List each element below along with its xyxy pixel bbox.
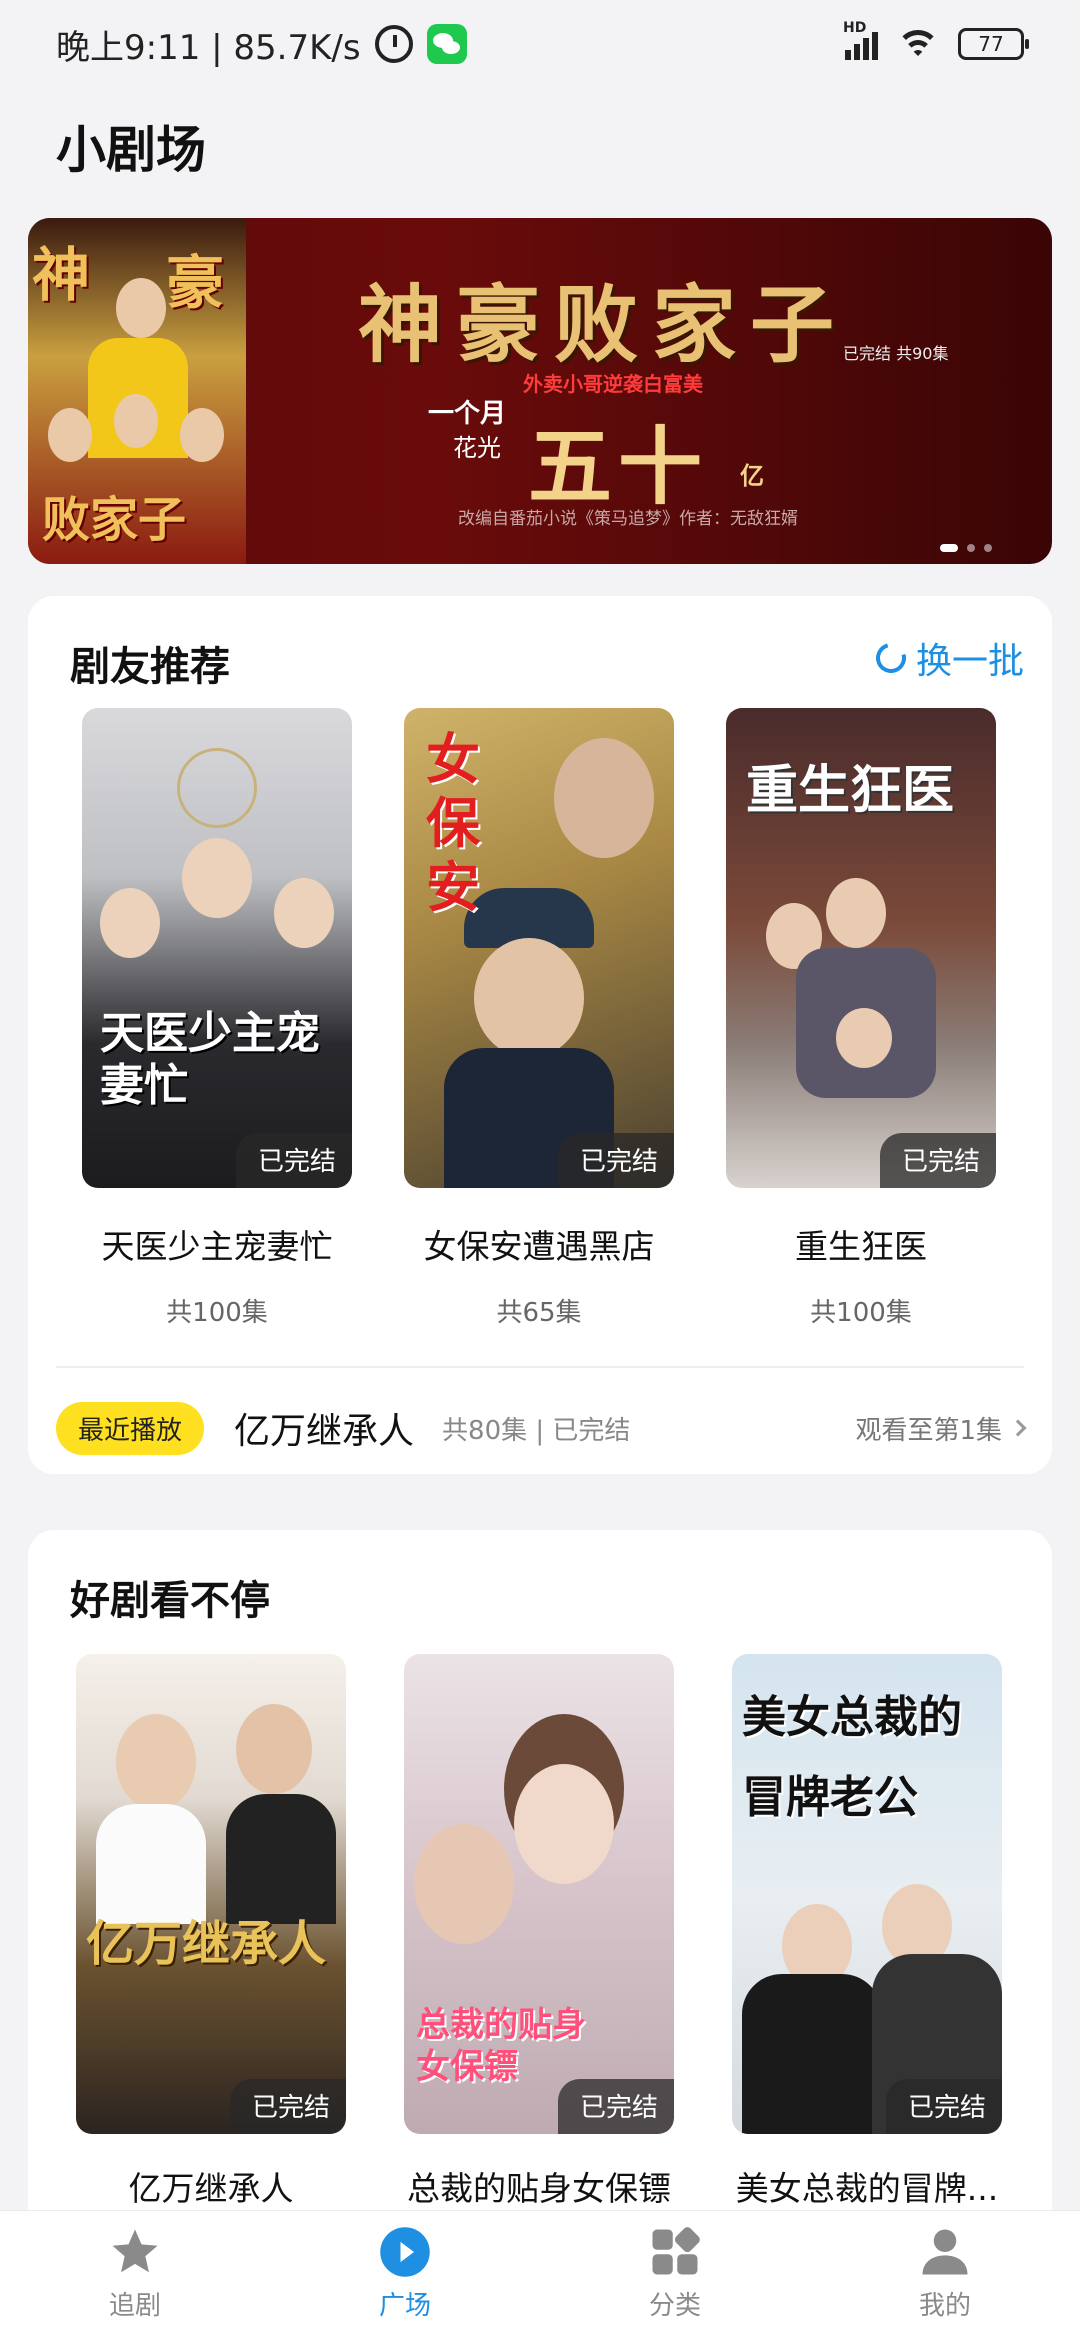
continue-watching-link[interactable]: 观看至第1集 (855, 1410, 1027, 1447)
refresh-label: 换一批 (915, 641, 1024, 682)
category-grid-icon (648, 2225, 702, 2279)
banner-pagination (940, 544, 992, 552)
pagination-dot (967, 544, 975, 552)
episode-count: 共65集 (496, 1298, 582, 1328)
watch-progress: 观看至第1集 (855, 1415, 1002, 1446)
wifi-icon (896, 28, 940, 60)
recommend-card: 剧友推荐 换一批 天医少主宠妻忙 已完结 天医少主宠妻忙 共100集 女保安 已… (28, 596, 1052, 1474)
status-badge: 已完结 (229, 2079, 346, 2134)
binge-heading: 好剧看不停 (70, 1578, 270, 1624)
chevron-right-icon (1009, 1419, 1027, 1437)
drama-poster: 女保安 已完结 (404, 708, 674, 1188)
pagination-dot (984, 544, 992, 552)
battery-icon: 77 (958, 28, 1029, 60)
wechat-notification-icon (426, 24, 467, 64)
drama-poster: 美女总裁的冒牌老公 已完结 (732, 1654, 1002, 2134)
banner-poster-char: 豪 (166, 249, 225, 317)
drama-title: 女保安遭遇黑店 (423, 1227, 655, 1266)
drama-title: 美女总裁的冒牌... (735, 2169, 999, 2208)
banner-poster-char: 败家子 (42, 492, 187, 548)
status-badge: 已完结 (235, 1133, 352, 1188)
status-bar: 晚上9:11 | 85.7K/s HD 77 (0, 0, 1080, 88)
tab-category[interactable]: 分类 (540, 2211, 810, 2340)
recent-drama-title: 亿万继承人 (234, 1411, 415, 1452)
drama-poster: 亿万继承人 已完结 (76, 1654, 346, 2134)
recent-play-row[interactable]: 最近播放 亿万继承人 共80集 | 已完结 观看至第1集 (56, 1396, 1027, 1460)
play-icon (378, 2225, 432, 2279)
alarm-icon (374, 25, 413, 63)
status-badge: 已完结 (885, 2079, 1002, 2134)
drama-title: 总裁的贴身女保镖 (407, 2169, 671, 2208)
divider (56, 1366, 1024, 1368)
poster-title-art: 女保安 (426, 728, 480, 919)
recent-drama-meta: 共80集 | 已完结 (442, 1415, 631, 1446)
status-time: 晚上9:11 | 85.7K/s (56, 27, 361, 68)
recommend-heading: 剧友推荐 (70, 644, 230, 690)
status-badge: 已完结 (879, 1133, 996, 1188)
page-title: 小剧场 (56, 121, 206, 179)
status-badge: 已完结 (557, 2079, 674, 2134)
poster-title-art: 天医少主宠妻忙 (100, 1008, 320, 1111)
status-badge: 已完结 (557, 1133, 674, 1188)
poster-title-art: 重生狂医 (746, 761, 955, 821)
banner-unit: 亿 (740, 462, 764, 490)
episode-count: 共100集 (166, 1298, 268, 1328)
banner-tagline-2: 花光 (453, 434, 501, 462)
tab-label: 追剧 (108, 2291, 161, 2321)
tab-plaza[interactable]: 广场 (270, 2211, 540, 2340)
drama-poster: 天医少主宠妻忙 已完结 (82, 708, 352, 1188)
poster-title-art: 亿万继承人 (86, 1916, 327, 1972)
star-icon (108, 2225, 162, 2279)
pagination-dot-active (940, 544, 958, 552)
hd-label: HD (843, 20, 867, 36)
tab-following[interactable]: 追剧 (0, 2211, 270, 2340)
refresh-icon (870, 637, 912, 679)
drama-title: 亿万继承人 (128, 2169, 294, 2208)
tab-label: 我的 (918, 2291, 971, 2321)
banner-big-number: 五十 (528, 418, 709, 516)
banner-title: 神豪败家子 (358, 276, 849, 374)
refresh-batch-button[interactable]: 换一批 (870, 632, 1024, 684)
cellular-signal-icon: HD (843, 20, 878, 60)
banner-status: 已完结 共90集 (843, 344, 949, 363)
poster-title-art: 美女总裁的冒牌老公 (742, 1692, 962, 1823)
drama-title: 重生狂医 (795, 1227, 927, 1266)
tab-label: 广场 (378, 2291, 431, 2321)
banner-tagline-1: 一个月 (428, 399, 507, 429)
recent-play-badge: 最近播放 (56, 1401, 205, 1455)
drama-title: 天医少主宠妻忙 (101, 1227, 333, 1266)
banner-poster-image: 神 豪 败家子 (28, 218, 246, 564)
banner-credit: 改编自番茄小说《策马追梦》作者：无敌狂婿 (458, 509, 798, 529)
poster-title-art: 总裁的贴身女保镖 (416, 2005, 586, 2087)
banner-poster-char: 神 (32, 241, 91, 309)
drama-poster: 总裁的贴身女保镖 已完结 (404, 1654, 674, 2134)
user-icon (918, 2225, 972, 2279)
tab-label: 分类 (648, 2291, 701, 2321)
tab-profile[interactable]: 我的 (810, 2211, 1080, 2340)
drama-poster: 重生狂医 已完结 (726, 708, 996, 1188)
bottom-tab-bar: 追剧 广场 分类 我的 (0, 2210, 1080, 2340)
banner-carousel[interactable]: 神 豪 败家子 神豪败家子 已完结 共90集 外卖小哥逆袭白富美 一个月 花光 … (28, 218, 1052, 564)
banner-subtitle: 外卖小哥逆袭白富美 (523, 372, 703, 396)
episode-count: 共100集 (810, 1298, 912, 1328)
